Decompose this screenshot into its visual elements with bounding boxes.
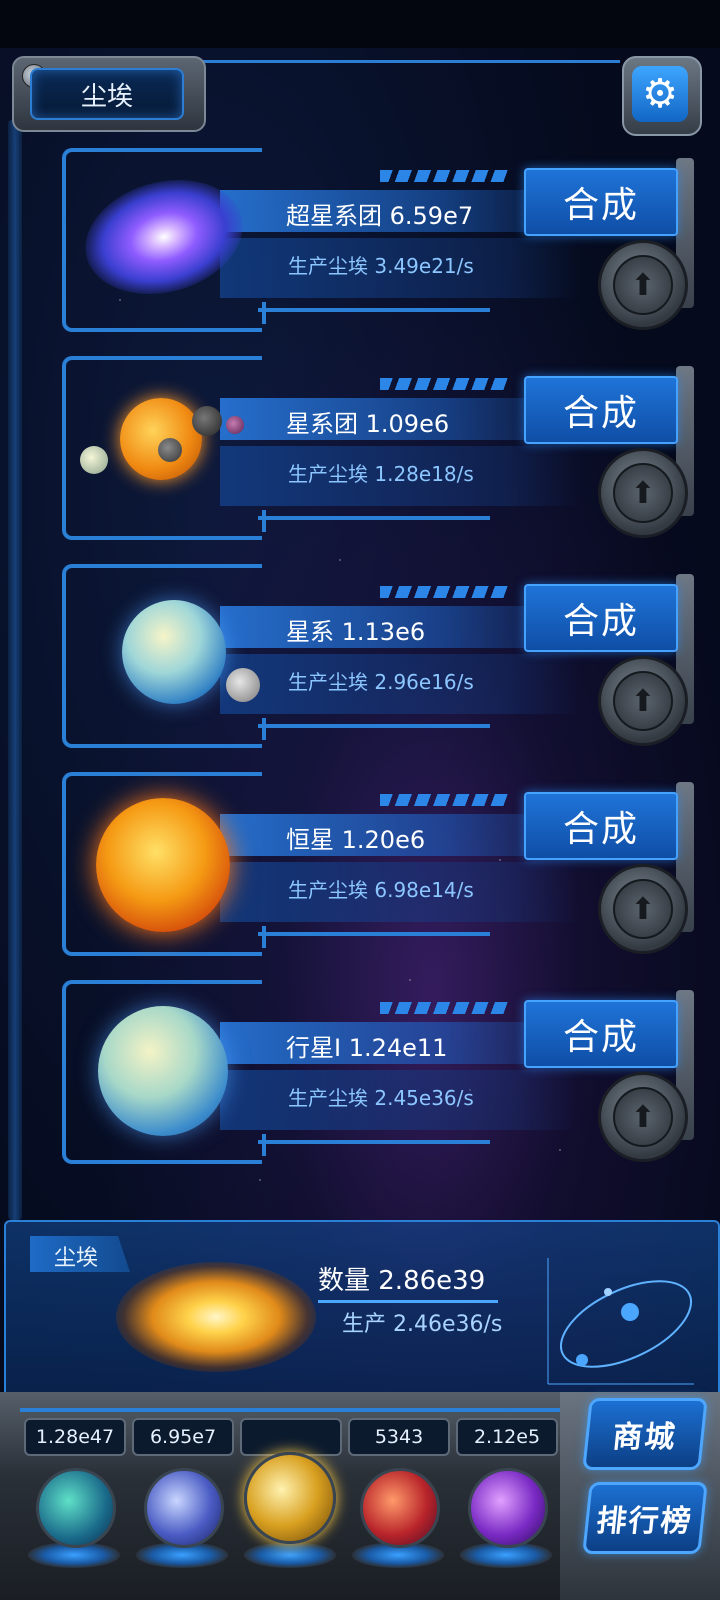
planet-icon (98, 1006, 228, 1136)
sun-icon (120, 398, 202, 480)
counter-lightning: 6.95e7 (132, 1418, 234, 1456)
merge-label: 合成 (562, 1017, 639, 1058)
upgrade-button[interactable]: ⬆ (598, 864, 688, 954)
star-icon (96, 798, 230, 932)
vortex-orb-icon[interactable] (468, 1468, 548, 1548)
item-production: 生产尘埃 6.98e14/s (288, 878, 474, 902)
merge-label: 合成 (562, 601, 639, 642)
card-underline (258, 1140, 490, 1144)
resource-label: 尘埃 (54, 1246, 99, 1271)
tray-accent-bar (20, 1408, 560, 1412)
dust-resource-tab[interactable]: 尘埃 (12, 56, 206, 132)
resource-quantity: 数量 2.86e39 (318, 1266, 486, 1296)
dust-tab-label: 尘埃 (80, 81, 133, 112)
neuron-orb-icon[interactable] (360, 1468, 440, 1548)
atom-orb-icon[interactable] (36, 1468, 116, 1548)
item-card-galaxy: 星系 1.13e6 生产尘埃 2.96e16/s 合成 ⬆ (0, 560, 720, 760)
item-production: 生产尘埃 2.96e16/s (288, 670, 474, 694)
merge-button[interactable]: 合成 (524, 792, 678, 860)
card-stripes (380, 378, 510, 390)
planet-icon (226, 416, 244, 434)
card-stripes (380, 170, 510, 182)
item-name-value: 超星系团 6.59e7 (286, 202, 474, 230)
counter-dust (240, 1418, 342, 1456)
counter-atom: 1.28e47 (24, 1418, 126, 1456)
item-production-bar: 生产尘埃 2.45e36/s (220, 1070, 580, 1130)
ringed-planet-icon (122, 600, 226, 704)
item-production-bar: 生产尘埃 1.28e18/s (220, 446, 580, 506)
item-name-value: 星系团 1.09e6 (286, 410, 450, 438)
item-production-bar: 生产尘埃 3.49e21/s (220, 238, 580, 298)
card-underline (258, 724, 490, 728)
planet-icon (158, 438, 182, 462)
dust-orb-icon[interactable] (244, 1452, 336, 1544)
item-name-value: 行星I 1.24e11 (286, 1034, 448, 1062)
item-production-bar: 生产尘埃 2.96e16/s (220, 654, 580, 714)
item-name-bar: 行星I 1.24e11 (220, 1022, 540, 1064)
header-divider (200, 60, 620, 73)
card-stripes (380, 586, 510, 598)
merge-label: 合成 (562, 393, 639, 434)
upgrade-button[interactable]: ⬆ (598, 656, 688, 746)
item-name-value: 星系 1.13e6 (286, 618, 426, 646)
resource-info-panel: 尘埃 数量 2.86e39 生产 2.46e36/s (4, 1220, 720, 1420)
slot-pad (244, 1542, 336, 1568)
up-arrow-icon: ⬆ (613, 671, 673, 731)
card-underline (258, 308, 490, 312)
merge-label: 合成 (562, 809, 639, 850)
up-arrow-icon: ⬆ (613, 255, 673, 315)
ranking-label: 排行榜 (594, 1504, 695, 1539)
planet-icon (192, 406, 222, 436)
card-underline (258, 932, 490, 936)
settings-button[interactable]: ⚙ (622, 56, 702, 136)
merge-button[interactable]: 合成 (524, 1000, 678, 1068)
merge-button[interactable]: 合成 (524, 168, 678, 236)
item-tray: 1.28e47 6.95e7 5343 2.12e5 商城 排行榜 (0, 1392, 720, 1600)
card-stripes (380, 1002, 510, 1014)
item-production-bar: 生产尘埃 6.98e14/s (220, 862, 580, 922)
upgrade-button[interactable]: ⬆ (598, 1072, 688, 1162)
merge-label: 合成 (562, 185, 639, 226)
item-card-star: 恒星 1.20e6 生产尘埃 6.98e14/s 合成 ⬆ (0, 768, 720, 968)
moon-icon (226, 668, 260, 702)
upgrade-button[interactable]: ⬆ (598, 448, 688, 538)
dust-explosion-icon (116, 1262, 316, 1372)
shop-button[interactable]: 商城 (582, 1398, 708, 1470)
card-underline (258, 516, 490, 520)
item-name-value: 恒星 1.20e6 (286, 826, 426, 854)
counter-vortex: 2.12e5 (456, 1418, 558, 1456)
waveform-decoration (296, 1362, 506, 1394)
status-bar (0, 0, 720, 48)
bottom-panel: 尘埃 数量 2.86e39 生产 2.46e36/s 1.28e47 6.95e… (0, 1216, 720, 1600)
item-name-bar: 星系 1.13e6 (220, 606, 540, 648)
item-card-galaxy-cluster: 星系团 1.09e6 生产尘埃 1.28e18/s 合成 ⬆ (0, 352, 720, 552)
resource-production: 生产 2.46e36/s (342, 1312, 503, 1337)
item-name-bar: 恒星 1.20e6 (220, 814, 540, 856)
ranking-button[interactable]: 排行榜 (582, 1482, 708, 1554)
up-arrow-icon: ⬆ (613, 1087, 673, 1147)
card-stripes (380, 794, 510, 806)
item-production: 生产尘埃 2.45e36/s (288, 1086, 474, 1110)
upgrade-button[interactable]: ⬆ (598, 240, 688, 330)
item-name-bar: 星系团 1.09e6 (220, 398, 540, 440)
shop-label: 商城 (610, 1420, 679, 1455)
item-card-planet: 行星I 1.24e11 生产尘埃 2.45e36/s 合成 ⬆ (0, 976, 720, 1176)
merge-button[interactable]: 合成 (524, 376, 678, 444)
orbit-diagram-decoration (547, 1258, 694, 1385)
quantity-underline (318, 1300, 498, 1303)
item-production: 生产尘埃 3.49e21/s (288, 254, 474, 278)
merge-button[interactable]: 合成 (524, 584, 678, 652)
resource-label-tag: 尘埃 (30, 1236, 130, 1272)
planet-icon (80, 446, 108, 474)
item-card-supercluster: 超星系团 6.59e7 生产尘埃 3.49e21/s 合成 ⬆ (0, 144, 720, 344)
counter-neuron: 5343 (348, 1418, 450, 1456)
up-arrow-icon: ⬆ (613, 463, 673, 523)
item-name-bar: 超星系团 6.59e7 (220, 190, 540, 232)
up-arrow-icon: ⬆ (613, 879, 673, 939)
item-production: 生产尘埃 1.28e18/s (288, 462, 474, 486)
dust-tab-inner: 尘埃 (30, 68, 184, 120)
gear-icon: ⚙ (632, 66, 688, 122)
lightning-orb-icon[interactable] (144, 1468, 224, 1548)
